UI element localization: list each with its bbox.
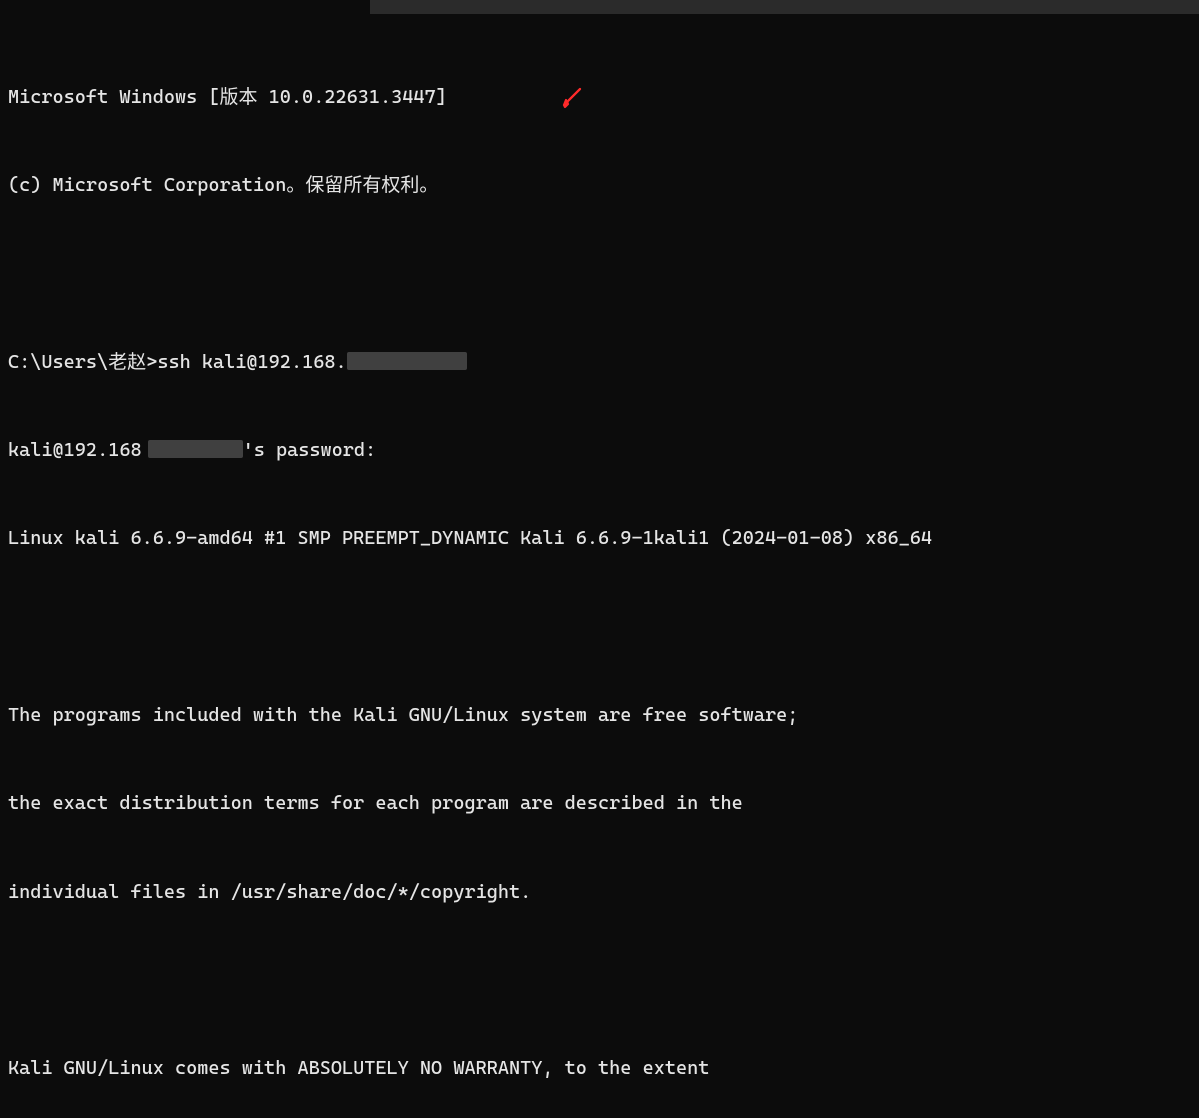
text-motd1: The programs included with the Kali GNU/… [8, 704, 798, 726]
line-motd-2: the exact distribution terms for each pr… [8, 789, 1191, 818]
text-motd2: the exact distribution terms for each pr… [8, 792, 743, 814]
line-blank [8, 260, 1191, 289]
text-uname: Linux kali 6.6.9-amd64 #1 SMP PREEMPT_DY… [8, 527, 932, 549]
line-windows-version: Microsoft Windows [版本 10.0.22631.3447] [8, 83, 1191, 112]
window-titlebar [0, 0, 1199, 14]
text-ssh-cmd: ssh kali@192.168. [157, 351, 346, 373]
text-pw-post: 's password: [243, 439, 377, 461]
text-copyright: (c) Microsoft Corporation。保留所有权利。 [8, 174, 438, 196]
line-motd-1: The programs included with the Kali GNU/… [8, 701, 1191, 730]
redacted-ip-2 [148, 440, 243, 458]
line-blank [8, 966, 1191, 995]
text-motd4: Kali GNU/Linux comes with ABSOLUTELY NO … [8, 1057, 709, 1079]
titlebar-empty-area [370, 0, 1199, 14]
text-winver: Microsoft Windows [版本 10.0.22631.3447] [8, 86, 447, 108]
line-uname: Linux kali 6.6.9-amd64 #1 SMP PREEMPT_DY… [8, 524, 1191, 553]
redacted-ip-1 [347, 352, 467, 370]
terminal-viewport[interactable]: Microsoft Windows [版本 10.0.22631.3447] (… [0, 14, 1199, 1118]
line-blank [8, 613, 1191, 642]
line-ssh-command: C:\Users\老赵>ssh kali@192.168. [8, 348, 1191, 377]
line-motd-3: individual files in /usr/share/doc/*/cop… [8, 878, 1191, 907]
line-password-prompt: kali@192.168 's password: [8, 436, 1191, 465]
terminal-tab[interactable] [0, 0, 370, 14]
text-motd3: individual files in /usr/share/doc/*/cop… [8, 881, 531, 903]
line-copyright: (c) Microsoft Corporation。保留所有权利。 [8, 171, 1191, 200]
text-pw-pre: kali@192.168 [8, 439, 142, 461]
text-cmd-prompt: C:\Users\老赵> [8, 351, 157, 373]
line-motd-4: Kali GNU/Linux comes with ABSOLUTELY NO … [8, 1054, 1191, 1083]
